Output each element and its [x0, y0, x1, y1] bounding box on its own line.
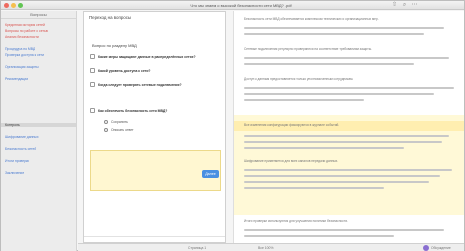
- sidebar-item[interactable]: Организация защиты: [5, 65, 39, 69]
- text-line: [244, 235, 394, 237]
- sidebar-item[interactable]: Проверка доступа к сети: [5, 53, 44, 57]
- option-label: Какой уровень доступа к сети?: [98, 69, 151, 73]
- text-line: [244, 93, 434, 95]
- option-checkbox[interactable]: [90, 68, 95, 73]
- more-icon[interactable]: ⋯: [411, 2, 418, 9]
- close-window-button[interactable]: [4, 3, 9, 8]
- text-line: [244, 175, 440, 177]
- sidebar-item[interactable]: Рекомендации: [5, 77, 28, 81]
- next-button[interactable]: Далее: [202, 170, 219, 178]
- text-line: [244, 87, 454, 89]
- panel-title: Переход на вопросы: [89, 15, 132, 20]
- discussion-button[interactable]: Обсуждение: [431, 245, 451, 251]
- minimize-window-button[interactable]: [11, 3, 16, 8]
- doc-paragraph: Итоги проверки используются для улучшени…: [244, 219, 349, 223]
- text-line: [244, 181, 429, 183]
- text-line: [244, 187, 384, 189]
- sidebar-item[interactable]: Вопросы по работе с сетью: [5, 29, 48, 33]
- sidebar-item-active[interactable]: Контроль: [1, 123, 76, 127]
- text-line: [244, 99, 364, 101]
- answer-label: Сохранить: [111, 120, 128, 124]
- share-icon[interactable]: ⇧: [391, 2, 398, 9]
- option-checkbox[interactable]: [90, 108, 95, 113]
- sidebar-header: Вопросы: [1, 11, 76, 19]
- document-view: Безопасность сети МВД обеспечивается ком…: [233, 11, 464, 243]
- text-line: [244, 229, 444, 231]
- app-window: Что мы знаем о высокой безопасности сети…: [0, 0, 465, 251]
- sidebar-item[interactable]: Итоги проверки: [5, 159, 29, 163]
- bottom-bar: Страница 1 Все 100% Обсуждение: [78, 243, 464, 251]
- text-line: [244, 57, 449, 59]
- doc-paragraph: Сетевые подключения регулярно проверяютс…: [244, 47, 372, 51]
- question-panel: Переход на вопросы Вопрос по разделу МВД…: [83, 11, 226, 243]
- panel-footer: [84, 236, 225, 243]
- sidebar-item[interactable]: Заключение: [5, 171, 24, 175]
- title-bar: Что мы знаем о высокой безопасности сети…: [1, 1, 464, 10]
- sidebar-item[interactable]: Анализ безопасности: [5, 35, 39, 39]
- option-label: Как обеспечить безопасность сети МВД?: [98, 109, 168, 113]
- sidebar-item[interactable]: Безопасность сетей: [5, 147, 36, 151]
- text-line: [244, 63, 414, 65]
- window-title: Что мы знаем о высокой безопасности сети…: [190, 3, 292, 8]
- doc-paragraph: Все изменения конфигурации фиксируются в…: [244, 123, 340, 127]
- option-label: Когда следует проверять сетевые подключе…: [98, 83, 182, 87]
- doc-paragraph: Безопасность сети МВД обеспечивается ком…: [244, 17, 379, 21]
- zoom-control[interactable]: Все 100%: [258, 245, 273, 251]
- option-label: Какие меры защищают данные в распределён…: [98, 55, 196, 59]
- option-checkbox[interactable]: [90, 82, 95, 87]
- text-line: [244, 169, 452, 171]
- text-line: [244, 147, 404, 149]
- question-title: Вопрос по разделу МВД: [92, 43, 137, 48]
- text-line: [244, 27, 444, 29]
- doc-paragraph: Доступ к данным предоставляется только у…: [244, 77, 354, 81]
- option-checkbox[interactable]: [90, 54, 95, 59]
- maximize-window-button[interactable]: [18, 3, 23, 8]
- answer-radio[interactable]: [104, 120, 108, 124]
- text-line: [244, 33, 424, 35]
- avatar[interactable]: [423, 245, 429, 251]
- sidebar: Вопросы Кредитная история сетей Вопросы …: [1, 11, 77, 251]
- sidebar-item[interactable]: Шифрование данных: [5, 135, 39, 139]
- text-line: [244, 135, 449, 137]
- doc-paragraph: Шифрование применяется для всех каналов …: [244, 159, 339, 163]
- sidebar-item[interactable]: Кредитная история сетей: [5, 23, 45, 27]
- answer-label: Описать ответ: [111, 128, 134, 132]
- answer-radio[interactable]: [104, 128, 108, 132]
- search-icon[interactable]: ⌕: [401, 2, 408, 9]
- sidebar-item[interactable]: Процедура по МВД: [5, 47, 35, 51]
- text-line: [244, 141, 442, 143]
- page-indicator[interactable]: Страница 1: [188, 245, 206, 251]
